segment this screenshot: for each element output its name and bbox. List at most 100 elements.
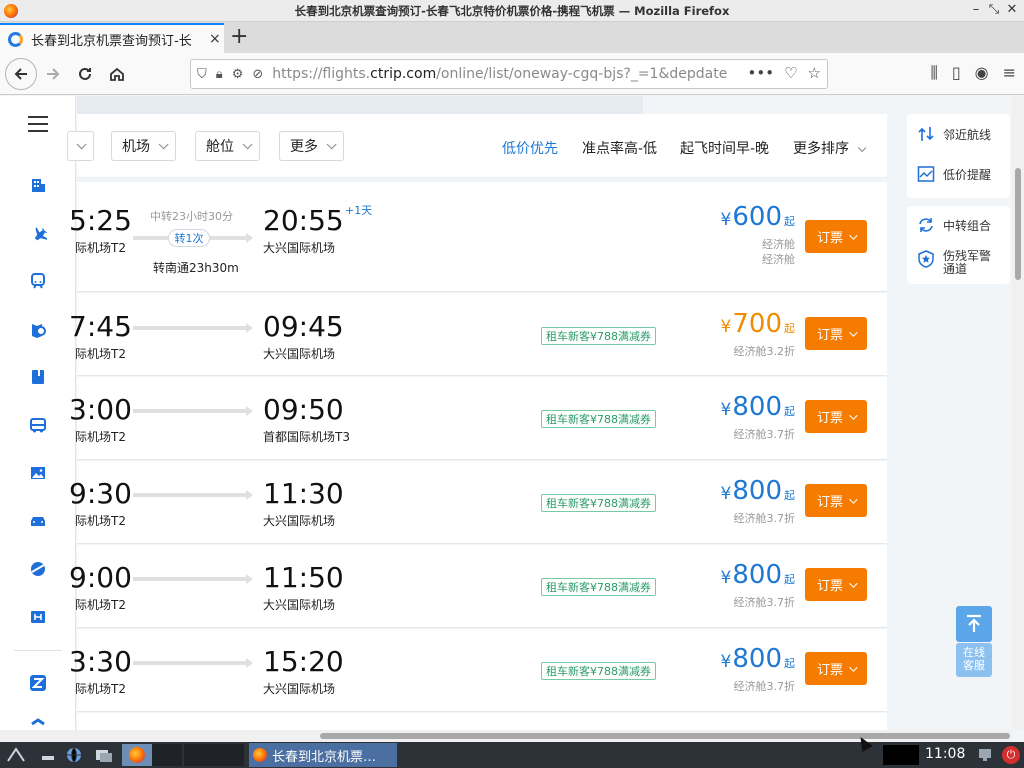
permissions-icon: ⚙ (231, 66, 244, 82)
flight-row[interactable]: 9:00 际机场T2 11:50 大兴国际机场 租车新客¥788满减券 ¥800… (69, 545, 887, 628)
next-day-badge: +1天 (345, 204, 373, 217)
disabled-military-channel-link[interactable]: 伤残军警 通道 (917, 250, 991, 276)
taskbar-firefox-window[interactable]: 长春到北京机票… (249, 743, 397, 767)
sort-on-time-rate[interactable]: 准点率高-低 (582, 138, 657, 158)
firefox-launcher[interactable] (122, 744, 152, 766)
filter-airport-button[interactable]: 机场 (111, 131, 176, 161)
promo-badge[interactable]: 租车新客¥788满减券 (541, 662, 656, 680)
bookmark-star-icon[interactable]: ☆ (808, 64, 821, 82)
filter-cabin-button[interactable]: 舱位 (195, 131, 260, 161)
transfer-combo-label: 中转组合 (943, 218, 992, 233)
book-button[interactable]: 订票 (805, 484, 867, 517)
restore-button[interactable]: ⤡ (988, 2, 1000, 17)
hotel-icon[interactable] (28, 176, 48, 194)
chevron-down-icon (849, 494, 858, 504)
workspace-1[interactable] (152, 744, 182, 766)
price: ¥800 起 (720, 392, 795, 422)
book-button[interactable]: 订票 (805, 400, 867, 433)
app-menu-icon[interactable]: ≡ (1003, 63, 1016, 83)
vertical-scrollbar[interactable] (1012, 96, 1024, 730)
cabin-class: 经济舱 经济舱 (762, 238, 795, 266)
car-rental-icon[interactable] (28, 512, 48, 530)
minimize-button[interactable]: – (970, 2, 982, 17)
tab-strip: 长春到北京机票查询预订-长 × + (0, 22, 1024, 53)
clock[interactable]: 11:08 (925, 746, 965, 762)
home-button[interactable] (104, 61, 130, 87)
cabin-class: 经济舱3.2折 (733, 345, 796, 358)
vertical-scroll-thumb[interactable] (1015, 168, 1021, 280)
promo-badge[interactable]: 租车新客¥788满减券 (541, 494, 656, 512)
departure-time: 3:30 (69, 645, 132, 678)
pocket-icon[interactable]: ♡ (784, 64, 797, 82)
home-icon (110, 67, 124, 81)
url-text[interactable]: https://flights.ctrip.com/online/list/on… (272, 66, 728, 82)
sort-lowest-price[interactable]: 低价优先 (502, 138, 558, 158)
reload-button[interactable] (72, 61, 98, 87)
bus-icon[interactable] (28, 416, 48, 434)
travel-icon[interactable] (28, 320, 48, 338)
sort-more[interactable]: 更多排序 (793, 138, 867, 158)
book-button[interactable]: 订票 (805, 220, 867, 253)
transfer-combo-link[interactable]: 中转组合 (917, 216, 991, 234)
tab-close-button[interactable]: × (209, 31, 221, 47)
arrival-time: 20:55 (263, 204, 344, 237)
nearby-routes-link[interactable]: 邻近航线 (917, 125, 991, 143)
flight-row[interactable] (77, 713, 887, 730)
close-window-button[interactable]: ✕ (1006, 2, 1018, 17)
arrival-airport: 首都国际机场T3 (263, 430, 350, 444)
food-icon[interactable] (28, 608, 48, 626)
online-customer-service-button[interactable]: 在线 客服 (956, 643, 992, 677)
disabled-military-channel-label: 伤残军警 通道 (943, 249, 992, 276)
web-browser-launcher-icon[interactable] (64, 746, 84, 764)
departure-airport: 际机场T2 (75, 514, 126, 528)
show-desktop-icon[interactable] (38, 746, 58, 764)
file-manager-icon[interactable] (94, 746, 114, 764)
menu-icon[interactable] (28, 116, 48, 137)
price: ¥600 起 (720, 202, 795, 232)
scenery-ticket-icon[interactable] (28, 464, 48, 482)
price-alert-link[interactable]: 低价提醒 (917, 165, 991, 183)
back-to-top-button[interactable] (956, 606, 992, 642)
book-button[interactable]: 订票 (805, 317, 867, 350)
account-icon[interactable]: ◉ (975, 63, 989, 83)
more-services-icon[interactable] (28, 716, 48, 730)
promo-badge[interactable]: 租车新客¥788满减券 (541, 578, 656, 596)
global-icon[interactable] (28, 560, 48, 578)
route-line (133, 323, 253, 333)
flight-row[interactable]: 7:45 际机场T2 09:45 大兴国际机场 租车新客¥788满减券 ¥700… (69, 293, 887, 376)
flight-row[interactable]: 5:25 际机场T2 中转23小时30分 转1次 转南通23h30m 20:55… (69, 182, 887, 292)
promo-badge[interactable]: 租车新客¥788满减券 (541, 410, 656, 428)
library-icon[interactable]: ⫼ (930, 63, 937, 83)
book-button[interactable]: 订票 (805, 568, 867, 601)
flight-icon[interactable] (28, 224, 48, 242)
forward-button[interactable] (40, 61, 66, 87)
filter-partial-button[interactable] (67, 131, 94, 161)
sidebar-toggle-icon[interactable]: ▯ (952, 63, 961, 83)
start-menu-icon[interactable] (6, 746, 26, 764)
filter-more-button[interactable]: 更多 (279, 131, 344, 161)
back-button[interactable] (5, 58, 37, 90)
cabin-class: 经济舱3.7折 (733, 680, 796, 693)
new-tab-button[interactable]: + (230, 25, 248, 49)
flight-row[interactable]: 3:00 际机场T2 09:50 首都国际机场T3 租车新客¥788满减券 ¥8… (69, 377, 887, 460)
route-line (133, 490, 253, 500)
cabin-class: 经济舱3.7折 (733, 428, 796, 441)
tab-active[interactable]: 长春到北京机票查询预订-长 × (0, 23, 224, 53)
workspace-2[interactable] (184, 744, 214, 766)
workspace-3[interactable] (214, 744, 244, 766)
page-actions-icon[interactable]: ••• (748, 64, 775, 82)
book-button[interactable]: 订票 (805, 652, 867, 685)
train-icon[interactable] (28, 272, 48, 290)
promo-badge[interactable]: 租车新客¥788满减券 (541, 327, 656, 345)
url-bar[interactable]: ⛉ 🔒︎ ⚙ ⊘ https://flights.ctrip.com/onlin… (190, 59, 828, 89)
flight-row[interactable]: 3:30 际机场T2 15:20 大兴国际机场 租车新客¥788满减券 ¥800… (69, 629, 887, 712)
business-travel-icon[interactable] (28, 674, 48, 692)
network-tray-icon[interactable] (975, 746, 995, 764)
transfer-count-badge[interactable]: 转1次 (168, 229, 210, 247)
flight-row[interactable]: 9:30 际机场T2 11:30 大兴国际机场 租车新客¥788满减券 ¥800… (69, 461, 887, 544)
horizontal-scroll-thumb[interactable] (320, 733, 1010, 739)
guide-book-icon[interactable] (28, 368, 48, 386)
power-icon[interactable]: ⏻ (1002, 746, 1020, 764)
chevron-down-icon (849, 662, 858, 672)
sort-departure-time[interactable]: 起飞时间早-晚 (680, 138, 769, 158)
